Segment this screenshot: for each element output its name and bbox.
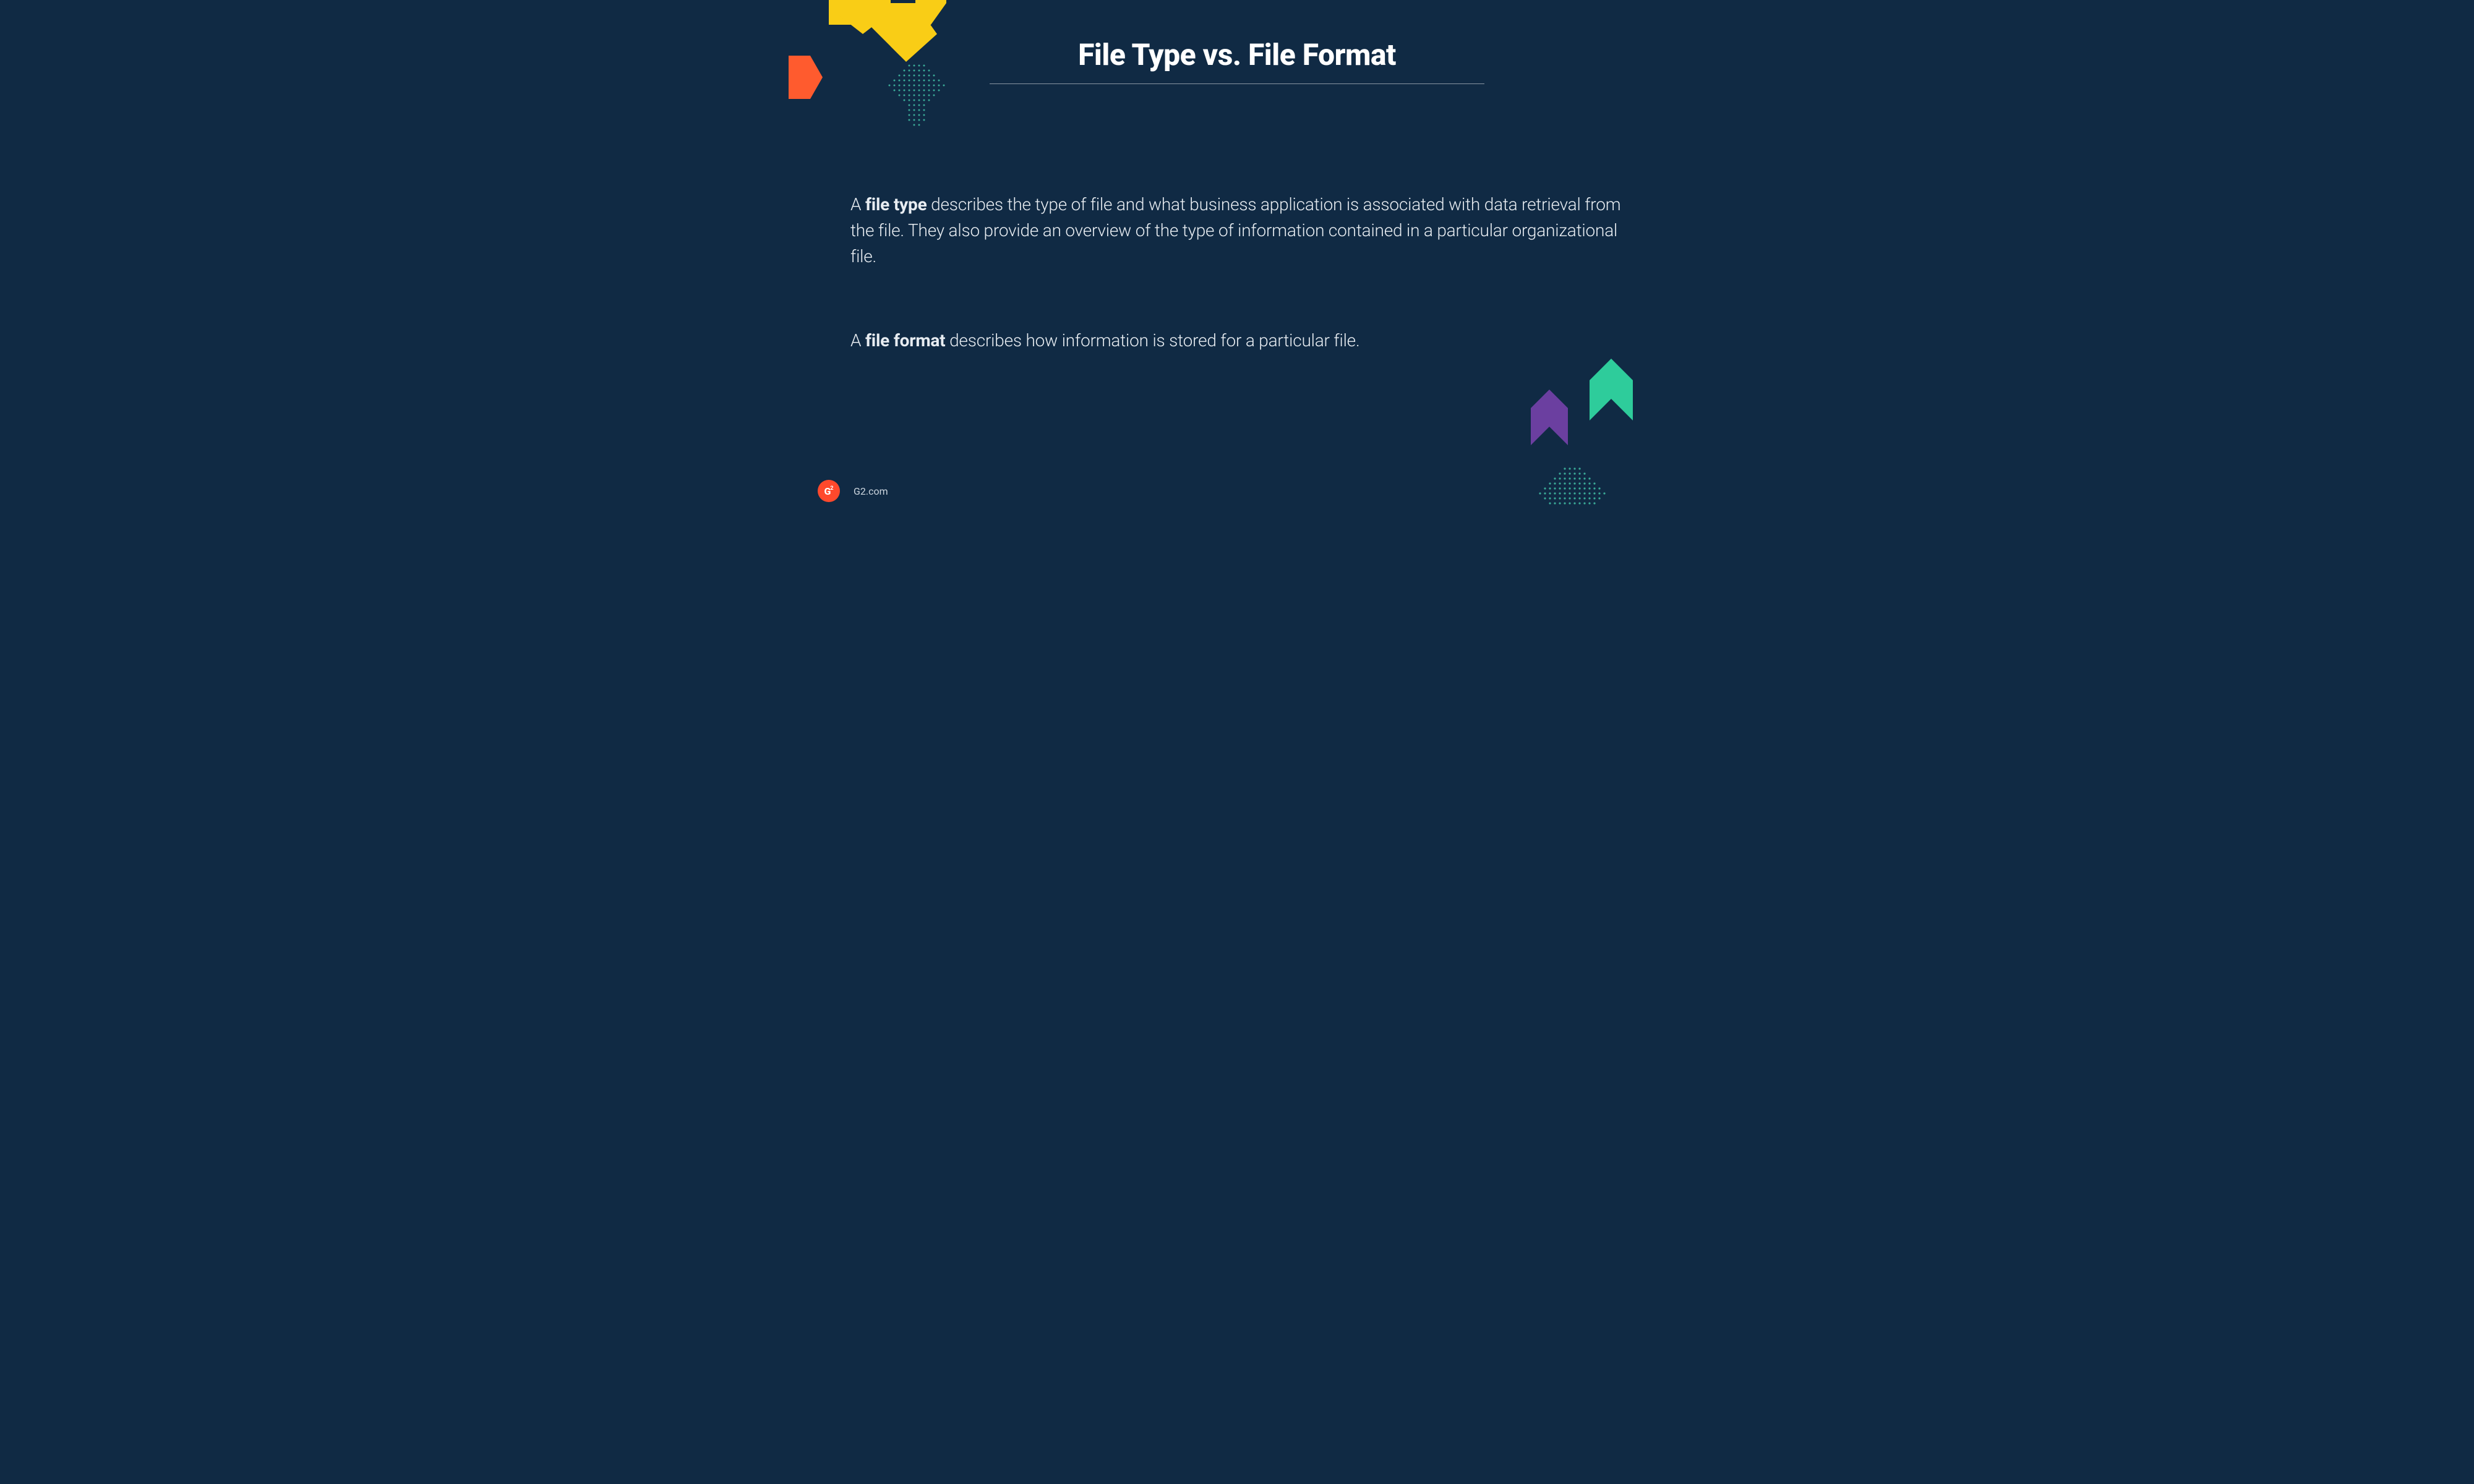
teal-dots-bottom-decoration xyxy=(1528,464,1627,538)
para1-suffix: describes the type of file and what busi… xyxy=(850,194,1620,267)
orange-shape-decoration xyxy=(789,56,826,124)
para2-prefix: A xyxy=(850,330,865,351)
para2-bold: file format xyxy=(865,330,946,351)
paragraph-file-type: A file type describes the type of file a… xyxy=(850,192,1624,270)
footer: G2 G2.com xyxy=(818,480,888,502)
g2-logo-two: 2 xyxy=(830,485,833,492)
para2-suffix: describes how information is stored for … xyxy=(945,330,1359,351)
para1-bold: file type xyxy=(865,194,927,215)
title-underline xyxy=(990,83,1484,84)
para1-prefix: A xyxy=(850,194,865,215)
slide-title: File Type vs. File Format xyxy=(1078,37,1396,72)
footer-site-text: G2.com xyxy=(854,485,888,497)
g2-logo-g: G xyxy=(824,485,830,497)
paragraph-file-format: A file format describes how information … xyxy=(850,328,1624,354)
purple-arrow-decoration xyxy=(1518,390,1580,448)
green-arrow-decoration xyxy=(1574,359,1648,427)
teal-dots-top-decoration xyxy=(878,62,965,142)
g2-logo-icon: G2 xyxy=(818,480,840,502)
slide: File Type vs. File Format A file type de… xyxy=(804,0,1670,519)
